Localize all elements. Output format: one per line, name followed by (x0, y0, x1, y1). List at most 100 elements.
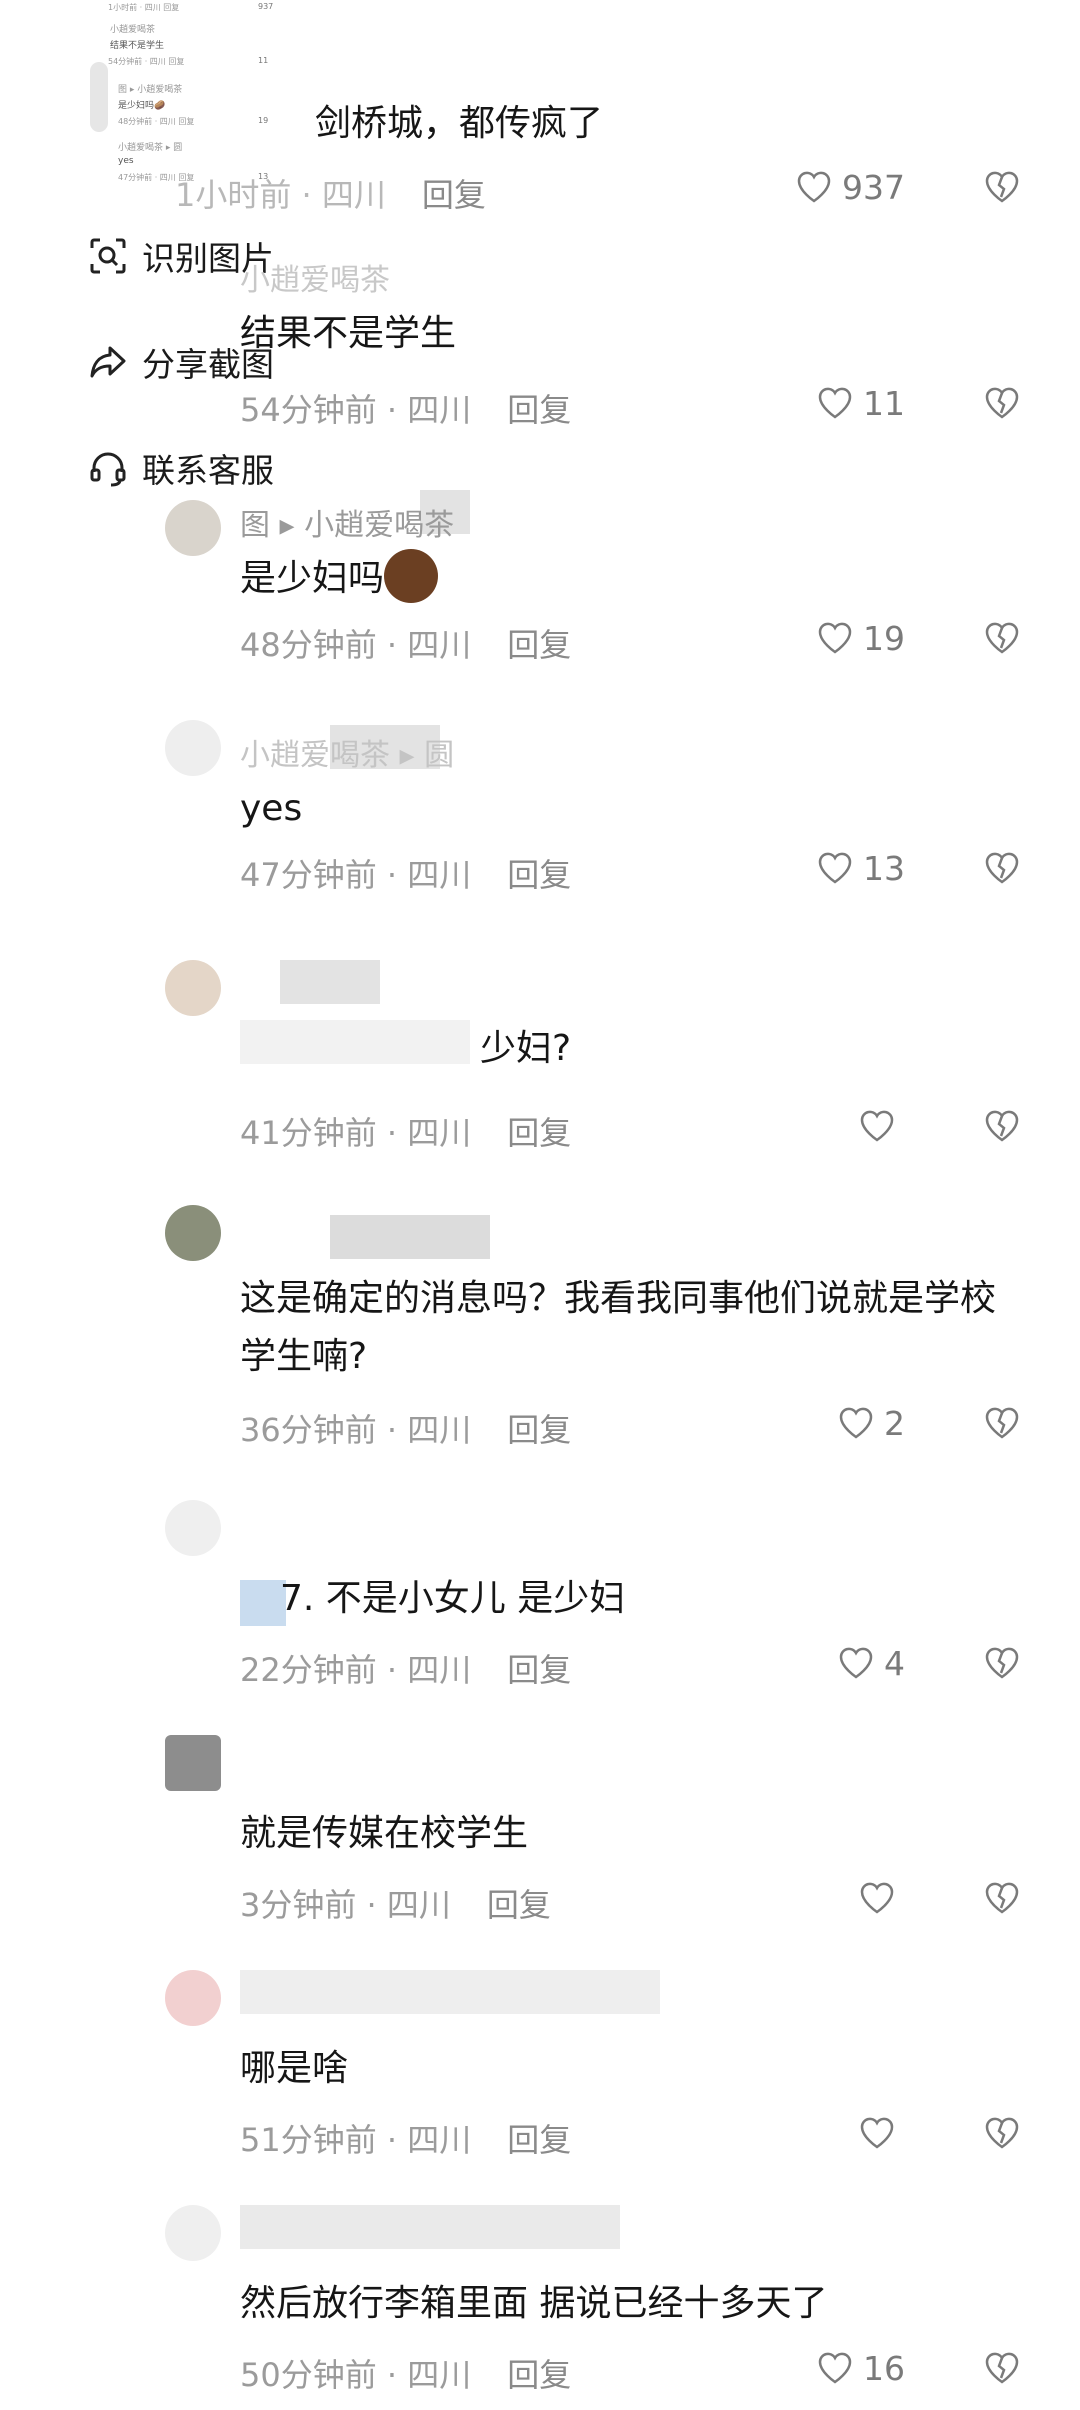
thumbnail-likes: 19 (258, 116, 269, 125)
heart-icon (860, 1110, 894, 1142)
reply-button[interactable]: 回复 (507, 2356, 571, 2394)
dislike-button[interactable] (982, 1106, 1022, 1150)
avatar (165, 500, 221, 556)
like-button[interactable]: 4 (836, 1643, 905, 1683)
name-mosaic (240, 2205, 620, 2249)
dislike-button[interactable] (982, 618, 1022, 662)
like-button[interactable] (857, 2113, 905, 2153)
reply-button[interactable]: 回复 (507, 391, 571, 429)
comment-meta: 1小时前 · 四川 回复 (175, 176, 486, 214)
avatar (165, 960, 221, 1016)
screenshot-thumbnail[interactable]: 1小时前 · 四川 回复 937 小趙爱喝茶 结果不是学生 54分钟前 · 四川… (48, 0, 308, 185)
dislike-button[interactable] (982, 2348, 1022, 2392)
thumbnail-meta: 1小时前 · 四川 回复 (108, 3, 180, 12)
comment-time: 3分钟前 (240, 1886, 357, 1924)
like-button[interactable] (857, 1878, 905, 1918)
comment-location: 四川 (407, 391, 472, 429)
comment-text: 这是确定的消息吗？我看我同事他们说就是学校学生喃? (240, 1278, 997, 1377)
comment-location: 四川 (407, 1411, 472, 1449)
reply-button[interactable]: 回复 (422, 176, 486, 214)
like-button[interactable]: 16 (815, 2348, 905, 2388)
like-button[interactable] (857, 1106, 905, 1146)
name-mosaic (330, 1215, 490, 1259)
broken-heart-icon (985, 622, 1019, 654)
broken-heart-icon (985, 171, 1019, 203)
comment-location: 四川 (321, 176, 386, 214)
like-count: 2 (884, 1403, 905, 1443)
like-button[interactable]: 13 (815, 848, 905, 888)
dislike-button[interactable] (982, 2113, 1022, 2157)
reply-button[interactable]: 回复 (507, 626, 571, 664)
broken-heart-icon (985, 2117, 1019, 2149)
like-button[interactable]: 937 (794, 167, 905, 207)
avatar (165, 2205, 221, 2261)
thumbnail-text: yes (118, 156, 134, 166)
mention-mosaic (240, 1020, 470, 1064)
dislike-button[interactable] (982, 167, 1022, 211)
comment-time: 51分钟前 (240, 2121, 377, 2159)
avatar (165, 1205, 221, 1261)
like-count: 11 (863, 383, 905, 423)
dislike-button[interactable] (982, 848, 1022, 892)
broken-heart-icon (985, 1407, 1019, 1439)
share-icon (90, 346, 126, 378)
dislike-button[interactable] (982, 1878, 1022, 1922)
thumbnail-text: 结果不是学生 (110, 41, 165, 51)
thumbnail-meta: 54分钟前 · 四川 回复 (108, 57, 185, 66)
dislike-button[interactable] (982, 383, 1022, 427)
like-count: 19 (863, 618, 905, 658)
broken-heart-icon (985, 2352, 1019, 2384)
comment-meta: 41分钟前 · 四川 回复 (240, 1114, 572, 1152)
reply-button[interactable]: 回复 (507, 2121, 571, 2159)
comment-meta: 54分钟前 · 四川 回复 (240, 391, 572, 429)
scan-icon (90, 238, 126, 274)
reply-button[interactable]: 回复 (507, 1411, 571, 1449)
menu-item-contact-support[interactable]: 联系客服 (88, 444, 274, 492)
avatar (165, 1500, 221, 1556)
comment-location: 四川 (407, 2121, 472, 2159)
comment-location: 四川 (407, 1114, 472, 1152)
avatar (165, 1735, 221, 1791)
name-mosaic (240, 1970, 660, 2014)
like-button[interactable]: 19 (815, 618, 905, 658)
thumbnail-meta: 48分钟前 · 四川 回复 (118, 117, 195, 126)
reply-button[interactable]: 回复 (507, 856, 571, 894)
thumbnail-avatar-strip (90, 62, 108, 132)
comment-text: 少妇? (480, 1028, 572, 1069)
heart-icon (839, 1407, 873, 1439)
dislike-button[interactable] (982, 1403, 1022, 1447)
thumbnail-text: 是少妇吗🥔 (118, 101, 166, 111)
avatar (165, 1970, 221, 2026)
broken-heart-icon (985, 852, 1019, 884)
broken-heart-icon (985, 1110, 1019, 1142)
dislike-button[interactable] (982, 1643, 1022, 1687)
comment-meta: 36分钟前 · 四川 回复 (240, 1411, 572, 1449)
like-count: 13 (863, 848, 905, 888)
comment-time: 50分钟前 (240, 2356, 377, 2394)
avatar (165, 720, 221, 776)
comment-location: 四川 (407, 1651, 472, 1689)
reply-button[interactable]: 回复 (507, 1651, 571, 1689)
heart-icon (818, 852, 852, 884)
like-button[interactable]: 11 (815, 383, 905, 423)
thumbnail-name: 图 ▸ 小趙爱喝茶 (118, 85, 183, 95)
comment-time: 47分钟前 (240, 856, 377, 894)
comment-location: 四川 (386, 1886, 451, 1924)
comment-text: 剑桥城，都传疯了 (315, 103, 604, 144)
comment-text: 就是传媒在校学生 (240, 1813, 529, 1854)
broken-heart-icon (985, 387, 1019, 419)
like-count: 937 (842, 167, 905, 207)
reply-button[interactable]: 回复 (487, 1886, 551, 1924)
comment-time: 36分钟前 (240, 1411, 377, 1449)
comment-time: 41分钟前 (240, 1114, 377, 1152)
heart-icon (818, 387, 852, 419)
name-mosaic (280, 960, 380, 1004)
heart-icon (818, 2352, 852, 2384)
comment-text: 是少妇吗 (240, 549, 1010, 608)
comment-meta: 3分钟前 · 四川 回复 (240, 1886, 551, 1924)
like-button[interactable]: 2 (836, 1403, 905, 1443)
comment-author: 小趙爱喝茶 (240, 263, 390, 298)
reply-button[interactable]: 回复 (507, 1114, 571, 1152)
comment-location: 四川 (407, 2356, 472, 2394)
comment-author: 图 ▸ 小趙爱喝茶 (240, 508, 455, 543)
